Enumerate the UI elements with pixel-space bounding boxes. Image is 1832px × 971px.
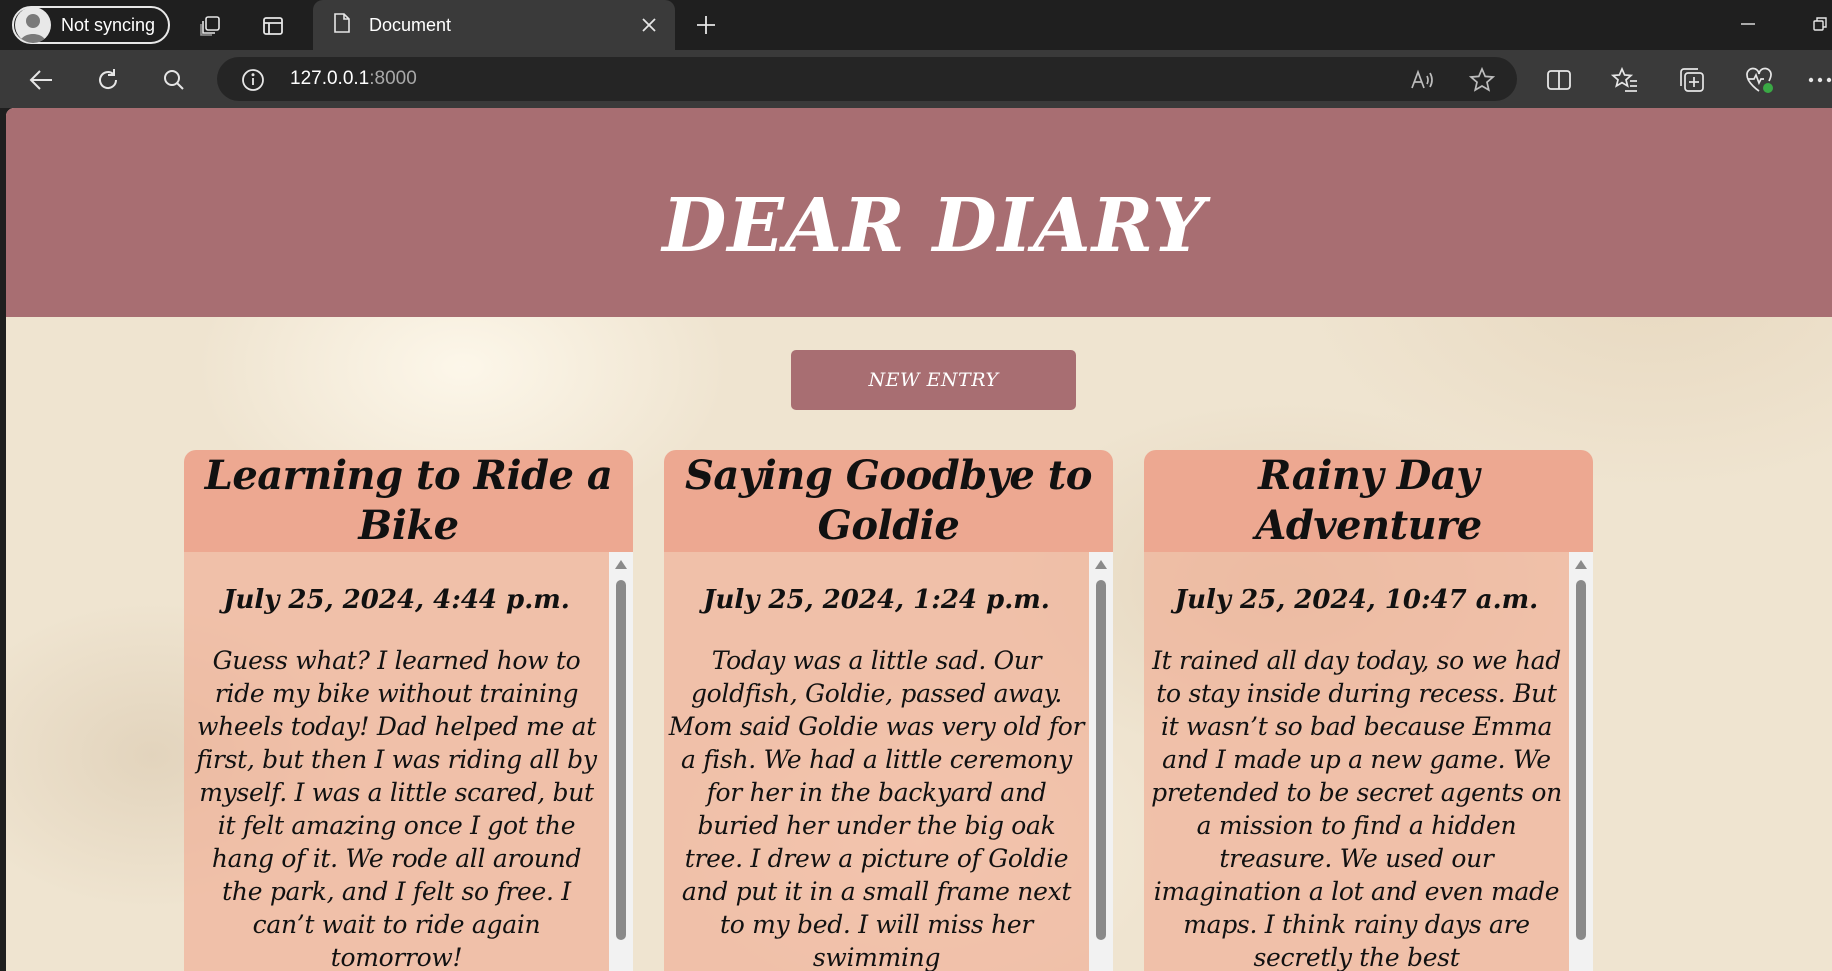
entry-title: Learning to Ride a Bike [204, 452, 613, 549]
minimize-icon[interactable] [1736, 12, 1760, 36]
read-aloud-icon[interactable] [1408, 66, 1436, 94]
entry-title: Saying Goodbye to Goldie [685, 452, 1092, 549]
profile-button[interactable]: Not syncing [12, 6, 170, 44]
document-icon [333, 12, 351, 39]
diary-entry-card[interactable]: Saying Goodbye to Goldie July 25, 2024, … [664, 450, 1113, 971]
search-icon[interactable] [160, 66, 188, 94]
entry-body: July 25, 2024, 1:24 p.m. Today was a lit… [664, 552, 1113, 971]
entry-scrollbar[interactable] [1569, 552, 1593, 971]
tab-title: Document [369, 14, 452, 35]
diary-entry-card[interactable]: Learning to Ride a Bike July 25, 2024, 4… [184, 450, 633, 971]
scroll-thumb[interactable] [616, 580, 626, 940]
tab-document[interactable]: Document [313, 0, 675, 50]
page-viewport: DEAR DIARY NEW ENTRY Learning to Ride a … [6, 108, 1832, 971]
entry-date: July 25, 2024, 10:47 a.m. [1174, 585, 1539, 615]
entry-content: Guess what? I learned how to ride my bik… [196, 646, 597, 971]
scroll-thumb[interactable] [1576, 580, 1586, 940]
site-header: DEAR DIARY [6, 108, 1832, 317]
entry-date: July 25, 2024, 4:44 p.m. [223, 585, 570, 615]
url-text: 127.0.0.1:8000 [290, 68, 417, 89]
refresh-icon[interactable] [93, 65, 123, 95]
scroll-thumb[interactable] [1096, 580, 1106, 940]
diary-entry-card[interactable]: Rainy Day Adventure July 25, 2024, 10:47… [1144, 450, 1593, 971]
more-options-icon[interactable] [1808, 66, 1832, 94]
entry-scrollbar[interactable] [609, 552, 633, 971]
entry-scrollbar[interactable] [1089, 552, 1113, 971]
profile-avatar-icon [15, 7, 51, 43]
split-screen-icon[interactable] [1544, 66, 1574, 94]
entry-body: July 25, 2024, 4:44 p.m. Guess what? I l… [184, 552, 633, 971]
entry-content: It rained all day today, so we had to st… [1151, 646, 1562, 971]
scroll-up-icon[interactable] [615, 560, 627, 569]
workspaces-icon[interactable] [196, 12, 224, 40]
site-title: DEAR DIARY [662, 183, 1206, 269]
close-tab-icon[interactable] [637, 13, 661, 42]
browser-essentials-icon[interactable] [1743, 65, 1775, 95]
profile-label: Not syncing [61, 14, 156, 35]
restore-icon[interactable] [1808, 12, 1832, 36]
entry-date: July 25, 2024, 1:24 p.m. [703, 585, 1050, 615]
entry-body: July 25, 2024, 10:47 a.m. It rained all … [1144, 552, 1593, 971]
scroll-up-icon[interactable] [1575, 560, 1587, 569]
new-entry-button[interactable]: NEW ENTRY [791, 350, 1076, 410]
favorites-icon[interactable] [1610, 65, 1640, 95]
favorite-star-icon[interactable] [1468, 66, 1496, 94]
back-icon[interactable] [26, 66, 56, 94]
entry-content: Today was a little sad. Our goldfish, Go… [668, 646, 1085, 971]
entry-header: Rainy Day Adventure [1144, 450, 1593, 552]
new-tab-icon[interactable] [692, 11, 720, 39]
entry-title: Rainy Day Adventure [1255, 452, 1482, 549]
tab-strip: Not syncing Document [0, 0, 1832, 50]
entry-header: Learning to Ride a Bike [184, 450, 633, 552]
site-info-icon[interactable] [240, 67, 266, 93]
scroll-up-icon[interactable] [1095, 560, 1107, 569]
entry-header: Saying Goodbye to Goldie [664, 450, 1113, 552]
tab-actions-icon[interactable] [259, 12, 287, 40]
address-bar[interactable]: 127.0.0.1:8000 [217, 57, 1517, 101]
browser-toolbar: 127.0.0.1:8000 [0, 50, 1832, 108]
collections-icon[interactable] [1677, 65, 1707, 95]
